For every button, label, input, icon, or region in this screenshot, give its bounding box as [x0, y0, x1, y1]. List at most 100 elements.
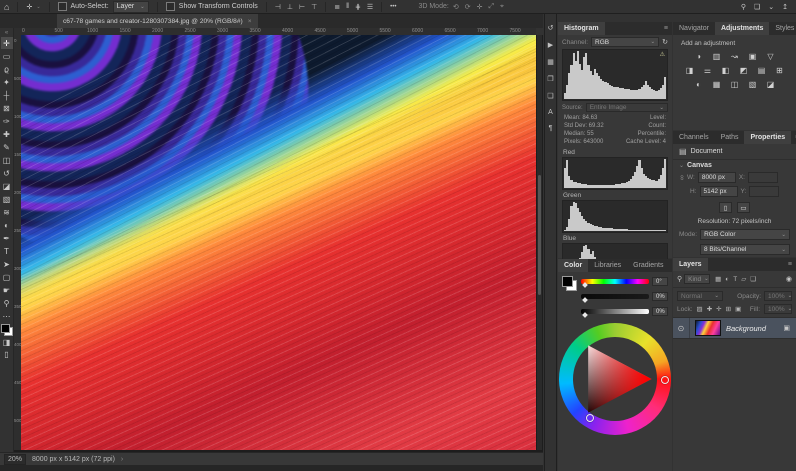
filter-pixel-layers-icon[interactable]: ▦: [715, 275, 721, 283]
dodge-tool[interactable]: ◐: [1, 219, 13, 231]
search-icon[interactable]: ⚲: [741, 3, 746, 11]
document-tab[interactable]: c67-78 games and creator-1280307384.jpg …: [57, 14, 258, 28]
lock-all-icon[interactable]: ▣: [735, 305, 741, 313]
hue-value-field[interactable]: 0°: [652, 277, 668, 286]
home-icon[interactable]: ⌂: [4, 2, 9, 12]
color-lookup-adjustment-icon[interactable]: ⊞: [774, 66, 785, 75]
rectangle-tool[interactable]: ▢: [1, 271, 13, 283]
tab-layers[interactable]: Layers: [673, 258, 708, 271]
foreground-color-swatch[interactable]: [1, 324, 10, 333]
opacity-field[interactable]: 100% ⌄: [764, 291, 792, 301]
pen-tool[interactable]: ✒: [1, 232, 13, 244]
align-horizontal-centers-icon[interactable]: ⊥: [287, 3, 293, 11]
tool-preset-chevron-icon[interactable]: ⌄: [36, 4, 40, 10]
gradient-map-adjustment-icon[interactable]: ▧: [747, 80, 758, 89]
more-options-icon[interactable]: •••: [390, 4, 396, 10]
workspace-switcher-icon[interactable]: ❏: [754, 3, 760, 11]
mode-select[interactable]: RGB Color ⌄: [700, 229, 790, 240]
type-tool[interactable]: T: [1, 245, 13, 257]
selective-color-adjustment-icon[interactable]: ◪: [765, 80, 776, 89]
hue-slider[interactable]: [581, 279, 649, 284]
exposure-adjustment-icon[interactable]: ▣: [747, 52, 758, 61]
threshold-adjustment-icon[interactable]: ◫: [729, 80, 740, 89]
tab-color[interactable]: Color: [558, 259, 588, 272]
width-field[interactable]: 8000 px: [698, 172, 736, 183]
eraser-tool[interactable]: ◪: [1, 180, 13, 192]
foreground-color-swatch[interactable]: [562, 276, 573, 287]
vibrance-adjustment-icon[interactable]: ▽: [765, 52, 776, 61]
hand-tool[interactable]: ☛: [1, 284, 13, 296]
auto-select-checkbox[interactable]: [58, 2, 67, 11]
tab-channels[interactable]: Channels: [673, 131, 715, 144]
align-right-edges-icon[interactable]: ⊢: [299, 3, 305, 11]
posterize-adjustment-icon[interactable]: ▦: [711, 80, 722, 89]
path-selection-tool[interactable]: ➤: [1, 258, 13, 270]
status-chevron-icon[interactable]: ›: [121, 456, 123, 463]
close-icon[interactable]: ×: [248, 18, 252, 25]
3d-roll-icon[interactable]: ⟳: [465, 3, 471, 11]
layer-name[interactable]: Background: [726, 324, 766, 333]
filter-shape-layers-icon[interactable]: ▱: [741, 275, 746, 283]
blend-mode-select[interactable]: Normal ⌄: [677, 291, 723, 301]
color-balance-adjustment-icon[interactable]: ⚌: [702, 66, 713, 75]
align-left-edges-icon[interactable]: ⊣: [275, 3, 281, 11]
filter-type-layers-icon[interactable]: T: [733, 276, 737, 283]
tab-properties[interactable]: Properties: [744, 131, 791, 144]
history-brush-tool[interactable]: ↺: [1, 167, 13, 179]
show-transform-checkbox[interactable]: [166, 2, 175, 11]
lock-pixels-icon[interactable]: ✚: [707, 305, 712, 313]
x-field[interactable]: [748, 172, 778, 183]
layer-row-background[interactable]: ⊙ Background ▣: [673, 317, 796, 339]
link-dimensions-icon[interactable]: ∞: [678, 175, 685, 180]
distribute-vertical-icon[interactable]: ≣: [334, 3, 340, 11]
healing-brush-tool[interactable]: ✚: [1, 128, 13, 140]
bit-depth-select[interactable]: 8 Bits/Channel ⌄: [700, 244, 790, 255]
chevron-down-icon[interactable]: ⌄: [768, 3, 774, 11]
brightness-slider[interactable]: [581, 309, 649, 314]
move-tool[interactable]: ✛: [1, 37, 13, 49]
marquee-tool[interactable]: ▭: [1, 50, 13, 62]
lock-transparency-icon[interactable]: ▨: [697, 305, 703, 313]
hue-saturation-adjustment-icon[interactable]: ◨: [684, 66, 695, 75]
tab-paths[interactable]: Paths: [715, 131, 745, 144]
brightness-value-field[interactable]: 0%: [652, 307, 668, 316]
source-select[interactable]: Entire Image ⌄: [586, 103, 668, 112]
tab-adjustments[interactable]: Adjustments: [715, 22, 769, 35]
3d-pan-icon[interactable]: ✛: [477, 3, 483, 11]
warning-icon[interactable]: ⚠: [660, 51, 665, 58]
photo-filter-adjustment-icon[interactable]: ◩: [738, 66, 749, 75]
blur-tool[interactable]: ≋: [1, 206, 13, 218]
color-wheel[interactable]: [559, 323, 671, 435]
tab-styles[interactable]: Styles: [769, 22, 796, 35]
channel-mixer-adjustment-icon[interactable]: ▤: [756, 66, 767, 75]
tab-libraries[interactable]: Libraries: [588, 259, 627, 272]
lock-position-icon[interactable]: ✛: [716, 305, 721, 313]
canvas-image[interactable]: [21, 35, 536, 450]
clone-source-panel-icon[interactable]: ❐: [547, 75, 553, 83]
brightness-contrast-adjustment-icon[interactable]: ◑: [693, 52, 704, 61]
canvas-section-chevron-icon[interactable]: ⌄: [679, 162, 684, 169]
gradient-tool[interactable]: ▧: [1, 193, 13, 205]
panel-menu-icon[interactable]: ≡: [791, 131, 796, 144]
black-white-adjustment-icon[interactable]: ◧: [720, 66, 731, 75]
filter-toggle-icon[interactable]: ◉: [786, 275, 792, 283]
panel-menu-icon[interactable]: ≡: [784, 258, 796, 271]
height-field[interactable]: 5142 px: [700, 186, 738, 197]
3d-slide-icon[interactable]: ⤢: [488, 3, 494, 11]
distribute-evenly-icon[interactable]: ☰: [367, 3, 373, 11]
auto-select-dropdown[interactable]: Layer ⌄: [113, 1, 149, 13]
color-swatches[interactable]: [1, 324, 13, 336]
brush-tool[interactable]: ✎: [1, 141, 13, 153]
swatches-panel-icon[interactable]: ▦: [547, 58, 554, 66]
tab-histogram[interactable]: Histogram: [558, 22, 605, 35]
hue-ring-selector[interactable]: [661, 376, 669, 384]
quick-selection-tool[interactable]: ✦: [1, 76, 13, 88]
color-swatches[interactable]: [562, 276, 577, 291]
layer-filter-kind-select[interactable]: Kind ⌄: [684, 274, 710, 284]
paragraph-panel-icon[interactable]: ¶: [549, 125, 553, 132]
align-top-edges-icon[interactable]: ⊤: [311, 3, 317, 11]
triangle-selector[interactable]: [586, 414, 594, 422]
quick-mask-button[interactable]: ◨: [1, 336, 13, 348]
distribute-gaps-icon[interactable]: ⋕: [355, 3, 361, 11]
fill-field[interactable]: 100% ⌄: [764, 304, 792, 314]
